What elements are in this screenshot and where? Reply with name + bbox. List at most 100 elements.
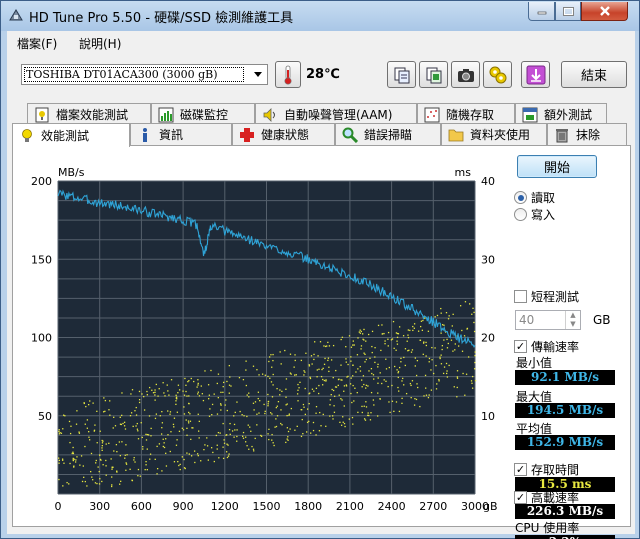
access-time-point	[113, 416, 115, 418]
access-time-point	[197, 384, 199, 386]
access-time-point	[379, 398, 381, 400]
access-time-point	[227, 455, 230, 457]
access-time-point	[58, 462, 60, 464]
drive-select[interactable]: TOSHIBA DT01ACA300 (3000 gB)	[21, 64, 268, 85]
access-time-point	[321, 368, 323, 371]
access-time-point	[62, 459, 64, 461]
access-time-point	[398, 410, 401, 413]
access-time-point	[305, 352, 307, 354]
access-time-point	[409, 329, 411, 332]
access-time-point	[342, 416, 344, 418]
access-time-point	[73, 458, 75, 460]
tab-file-benchmark[interactable]: 檔案效能測試	[27, 103, 151, 125]
access-time-point	[438, 378, 440, 381]
access-time-point	[350, 392, 352, 395]
radio-write-circle[interactable]	[514, 208, 527, 221]
copy-screenshot-button[interactable]	[419, 61, 448, 88]
access-time-point	[381, 382, 383, 385]
transfer-rate-checkbox[interactable]: ✓ 傳輸速率	[514, 338, 579, 355]
access-time-point	[137, 430, 139, 432]
access-time-point	[327, 341, 329, 344]
tab-benchmark[interactable]: 效能測試	[12, 123, 130, 147]
access-time-point	[377, 363, 379, 366]
access-time-point	[190, 377, 192, 380]
access-time-point	[236, 429, 238, 431]
access-time-point	[197, 379, 199, 381]
short-test-checkbox[interactable]: 短程測試	[514, 288, 579, 305]
access-time-point	[111, 466, 113, 469]
radio-read-circle[interactable]	[514, 191, 527, 204]
minimize-button[interactable]	[528, 2, 555, 21]
access-time-point	[345, 346, 347, 348]
access-time-point	[471, 375, 474, 378]
access-time-point	[271, 366, 273, 368]
access-time-point	[316, 369, 318, 371]
access-time-point	[216, 448, 218, 450]
menu-help[interactable]: 說明(H)	[79, 35, 121, 52]
access-time-point	[450, 339, 453, 341]
access-time-point	[340, 338, 342, 341]
avg-value: 152.9 MB/s	[515, 435, 615, 450]
short-test-check-box[interactable]	[514, 290, 527, 303]
access-time-point	[277, 400, 280, 403]
access-time-point	[90, 452, 93, 455]
tab-extra-tests[interactable]: 額外測試	[515, 103, 607, 125]
short-test-size-stepper[interactable]: 40 ▲ ▼	[515, 310, 581, 330]
access-time-checkbox[interactable]: ✓ 存取時間	[514, 461, 579, 478]
access-time-point	[425, 344, 428, 347]
read-radio[interactable]: 讀取	[514, 189, 555, 206]
access-time-point	[188, 453, 190, 455]
access-time-point	[308, 365, 311, 367]
tab-erase[interactable]: 抹除	[547, 123, 627, 145]
maximize-button[interactable]	[555, 2, 581, 21]
access-time-point	[154, 391, 156, 394]
access-time-point	[225, 451, 228, 453]
chevron-down-icon[interactable]	[249, 65, 267, 84]
save-screenshot-button[interactable]	[451, 61, 480, 88]
tab-info[interactable]: 資訊	[130, 123, 232, 145]
tab-disk-monitor[interactable]: 磁碟監控	[151, 103, 255, 125]
access-time-point	[348, 418, 350, 420]
access-time-point	[442, 372, 445, 375]
access-time-point	[285, 441, 287, 444]
tab-folder-usage[interactable]: 資料夾使用	[441, 123, 547, 145]
tab-aam[interactable]: 自動噪聲管理(AAM)	[255, 103, 417, 125]
start-button[interactable]: 開始	[517, 155, 597, 178]
transfer-rate-check-box[interactable]: ✓	[514, 340, 527, 353]
menu-file[interactable]: 檔案(F)	[17, 35, 57, 52]
access-time-point	[178, 464, 180, 467]
access-time-point	[335, 369, 337, 372]
access-time-point	[72, 451, 74, 453]
disk-monitor-icon	[158, 107, 174, 122]
write-radio[interactable]: 寫入	[514, 206, 555, 223]
tab-random-access[interactable]: 隨機存取	[417, 103, 515, 125]
access-time-point	[136, 422, 138, 425]
title-bar[interactable]: HD Tune Pro 5.50 - 硬碟/SSD 檢測維護工具	[1, 1, 639, 31]
access-time-point	[111, 485, 113, 488]
access-time-point	[136, 428, 139, 430]
access-time-check-box[interactable]: ✓	[514, 463, 527, 476]
burst-rate-check-box[interactable]: ✓	[514, 491, 527, 504]
access-time-point	[210, 369, 212, 372]
close-button[interactable]	[581, 2, 628, 21]
copy-text-button[interactable]	[387, 61, 416, 88]
stepper-arrows-icon[interactable]: ▲ ▼	[565, 311, 580, 329]
access-time-point	[416, 359, 419, 362]
access-time-point	[293, 366, 295, 368]
access-time-point	[452, 313, 454, 315]
tab-label: 隨機存取	[446, 108, 495, 122]
exit-button[interactable]: 結束	[561, 61, 627, 88]
access-time-point	[146, 390, 148, 393]
options-button[interactable]	[483, 61, 512, 88]
access-time-point	[390, 339, 393, 341]
tab-error-scan[interactable]: 錯誤掃瞄	[335, 123, 441, 145]
access-time-point	[329, 399, 332, 401]
tab-health[interactable]: 健康狀態	[232, 123, 335, 145]
access-time-point	[119, 416, 121, 418]
access-time-point	[183, 413, 186, 415]
access-time-point	[268, 438, 270, 441]
temperature-button[interactable]	[275, 61, 301, 88]
access-time-point	[365, 406, 368, 408]
access-time-point	[161, 470, 163, 472]
download-button[interactable]	[521, 61, 550, 88]
